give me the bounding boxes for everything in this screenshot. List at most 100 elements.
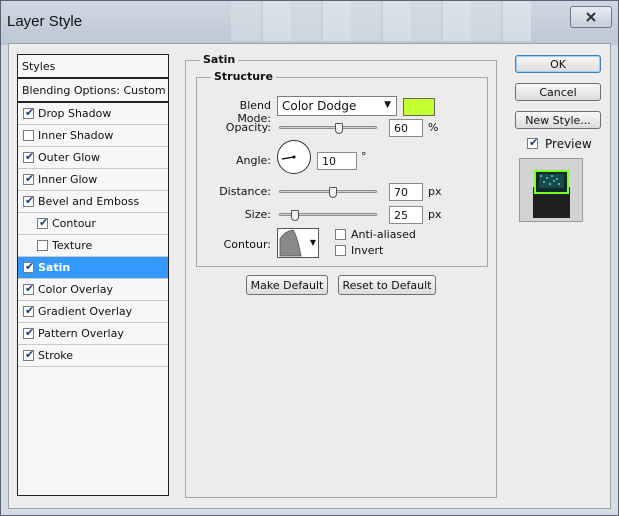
style-item-checkbox[interactable] — [37, 240, 48, 251]
reset-to-default-button[interactable]: Reset to Default — [338, 275, 436, 295]
style-item-checkbox[interactable]: ✔ — [23, 326, 35, 339]
anti-aliased-label: Anti-aliased — [351, 228, 416, 241]
angle-label: Angle: — [235, 154, 271, 167]
chevron-down-icon: ▼ — [384, 100, 391, 110]
style-item-checkbox[interactable]: ✔ — [37, 216, 49, 229]
title-bar[interactable]: Layer Style — [1, 1, 618, 43]
style-item-label: Pattern Overlay — [38, 327, 124, 340]
satin-group: Satin Structure Blend Mode: Color Dodge … — [185, 53, 497, 498]
distance-input[interactable]: 70 — [389, 183, 423, 201]
checkmark-icon: ✔ — [25, 304, 35, 317]
style-item-texture[interactable]: Texture — [18, 235, 168, 257]
contour-label: Contour: — [223, 238, 271, 251]
style-item-pattern-overlay[interactable]: ✔ Pattern Overlay — [18, 323, 168, 345]
angle-input[interactable]: 10 — [317, 152, 357, 170]
style-item-drop-shadow[interactable]: ✔ Drop Shadow — [18, 103, 168, 125]
opacity-slider-thumb[interactable] — [335, 123, 343, 134]
opacity-unit: % — [428, 121, 439, 134]
anti-aliased-checkbox[interactable] — [335, 229, 346, 240]
style-item-inner-shadow[interactable]: Inner Shadow — [18, 125, 168, 147]
blending-options-label: Blending Options: Custom — [22, 83, 166, 97]
style-item-gradient-overlay[interactable]: ✔ Gradient Overlay — [18, 301, 168, 323]
style-item-label: Gradient Overlay — [38, 305, 133, 318]
structure-group: Structure Blend Mode: Color Dodge ▼ Opac… — [196, 70, 488, 267]
size-label: Size: — [244, 208, 271, 221]
preview-label: Preview — [545, 137, 592, 151]
style-item-label: Texture — [52, 239, 93, 252]
layer-style-window: Layer Style Styles Blending Options: Cus… — [0, 0, 619, 516]
size-unit: px — [428, 208, 442, 221]
dialog-client-area: Styles Blending Options: Custom ✔ Drop Sh… — [8, 43, 611, 509]
styles-list: Styles Blending Options: Custom ✔ Drop Sh… — [17, 54, 169, 496]
checkmark-icon: ✔ — [25, 348, 35, 361]
checkmark-icon: ✔ — [25, 260, 35, 273]
size-input[interactable]: 25 — [389, 206, 423, 224]
blend-color-swatch[interactable] — [403, 98, 435, 116]
style-item-stroke[interactable]: ✔ Stroke — [18, 345, 168, 367]
cancel-button[interactable]: Cancel — [515, 83, 601, 101]
contour-dropdown-icon[interactable]: ▼ — [310, 238, 316, 247]
make-default-button[interactable]: Make Default — [246, 275, 328, 295]
preview-checkbox[interactable]: ✔ — [527, 136, 539, 149]
style-item-label: Stroke — [38, 349, 74, 362]
style-item-checkbox[interactable]: ✔ — [23, 260, 35, 273]
style-item-checkbox[interactable]: ✔ — [23, 194, 35, 207]
opacity-input[interactable]: 60 — [389, 119, 423, 137]
blending-options-item[interactable]: Blending Options: Custom — [18, 79, 168, 103]
contour-picker[interactable]: ▼ — [277, 228, 319, 258]
background-window-strip — [231, 1, 531, 41]
invert-checkbox[interactable] — [335, 245, 346, 256]
style-item-inner-glow[interactable]: ✔ Inner Glow — [18, 169, 168, 191]
style-item-label: Drop Shadow — [38, 107, 112, 120]
new-style-button[interactable]: New Style... — [515, 111, 601, 129]
style-item-label: Inner Glow — [38, 173, 98, 186]
style-item-checkbox[interactable]: ✔ — [23, 172, 35, 185]
structure-group-title: Structure — [211, 70, 276, 83]
angle-dial-needle — [281, 155, 296, 160]
style-item-contour[interactable]: ✔ Contour — [18, 213, 168, 235]
style-preview — [519, 158, 583, 222]
blend-mode-select[interactable]: Color Dodge ▼ — [277, 96, 397, 116]
style-item-checkbox[interactable]: ✔ — [23, 304, 35, 317]
style-item-label: Satin — [38, 261, 71, 274]
style-item-outer-glow[interactable]: ✔ Outer Glow — [18, 147, 168, 169]
checkmark-icon: ✔ — [25, 172, 35, 185]
style-item-checkbox[interactable]: ✔ — [23, 282, 34, 295]
checkmark-icon: ✔ — [25, 150, 35, 163]
opacity-slider-track[interactable] — [279, 126, 377, 129]
invert-label: Invert — [351, 244, 384, 257]
checkmark-icon: ✔ — [529, 136, 539, 149]
styles-header-label: Styles — [22, 59, 56, 73]
distance-slider-track[interactable] — [279, 190, 377, 193]
distance-slider-thumb[interactable] — [329, 187, 337, 198]
blend-mode-value: Color Dodge — [282, 99, 357, 113]
style-item-bevel-and-emboss[interactable]: ✔ Bevel and Emboss — [18, 191, 168, 213]
opacity-label: Opacity: — [225, 121, 271, 134]
style-item-checkbox[interactable]: ✔ — [23, 150, 35, 163]
checkmark-icon: ✔ — [25, 106, 35, 119]
style-item-label: Bevel and Emboss — [38, 195, 140, 208]
distance-label: Distance: — [219, 185, 271, 198]
style-item-satin[interactable]: ✔ Satin — [18, 257, 168, 279]
style-item-checkbox[interactable]: ✔ — [23, 348, 35, 361]
window-title: Layer Style — [7, 13, 83, 30]
style-item-label: Outer Glow — [38, 151, 101, 164]
ok-button[interactable]: OK — [515, 55, 601, 73]
size-slider-thumb[interactable] — [291, 210, 299, 221]
close-icon — [586, 12, 596, 22]
preview-thumbnail — [520, 159, 582, 221]
style-item-checkbox[interactable]: ✔ — [23, 106, 35, 119]
style-item-color-overlay[interactable]: ✔ Color Overlay — [18, 279, 168, 301]
checkmark-icon: ✔ — [39, 216, 49, 229]
checkmark-icon: ✔ — [25, 326, 35, 339]
angle-dial[interactable] — [277, 140, 311, 174]
satin-group-title: Satin — [200, 53, 239, 66]
close-button[interactable] — [570, 6, 612, 28]
angle-unit: ° — [361, 150, 367, 163]
style-item-label: Contour — [52, 217, 96, 230]
style-item-checkbox[interactable] — [23, 130, 34, 141]
distance-unit: px — [428, 185, 442, 198]
style-item-label: Color Overlay — [38, 283, 113, 296]
styles-header[interactable]: Styles — [18, 55, 168, 79]
checkmark-icon: ✔ — [25, 194, 35, 207]
